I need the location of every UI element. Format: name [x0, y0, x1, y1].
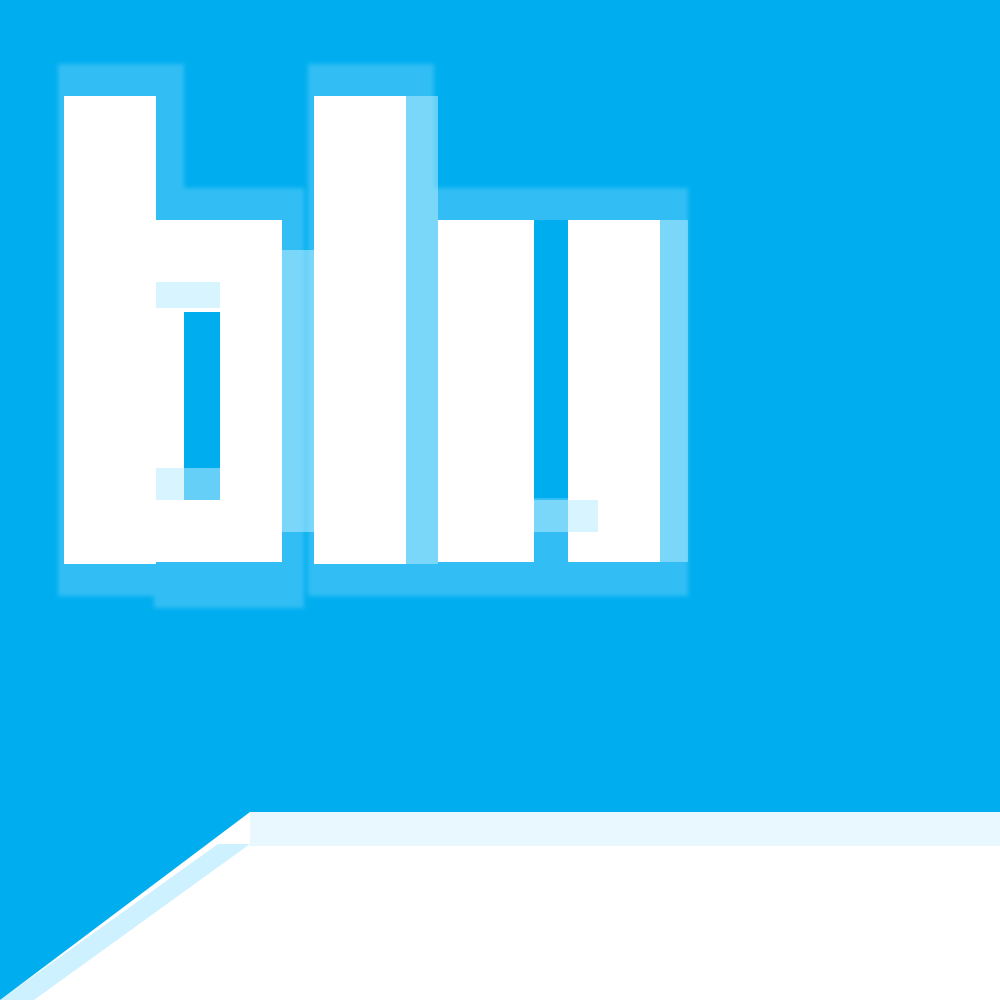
white-diagonal-wedge: [0, 812, 1000, 1000]
app-icon-canvas: [0, 0, 1000, 1000]
